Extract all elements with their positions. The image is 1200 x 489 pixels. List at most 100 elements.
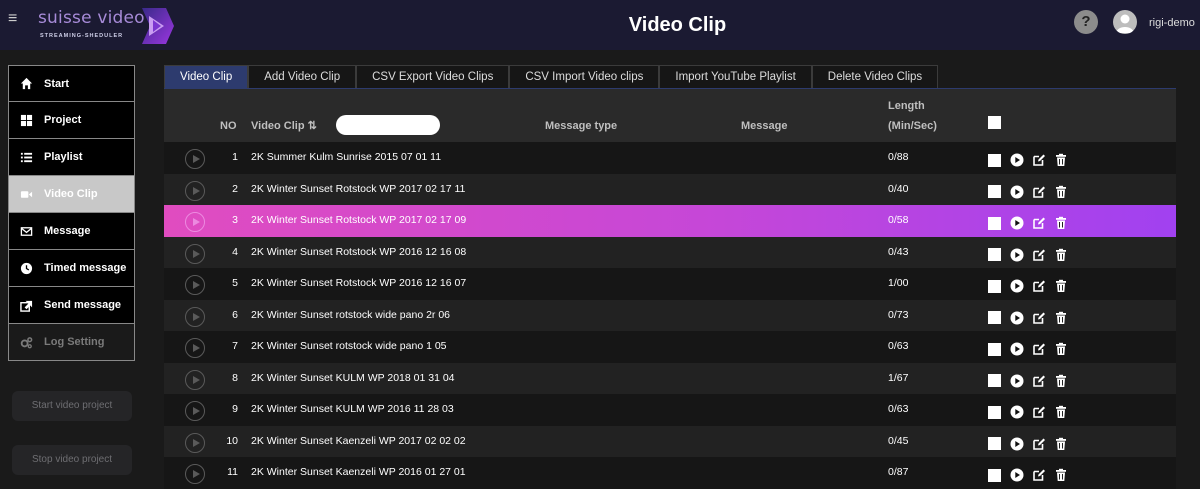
play-icon[interactable] xyxy=(1010,185,1024,199)
table-row[interactable]: 8 2K Winter Sunset KULM WP 2018 01 31 04… xyxy=(164,362,1176,394)
column-header-no[interactable]: NO xyxy=(220,120,237,132)
play-icon[interactable] xyxy=(1010,153,1024,167)
sidebar-item-start[interactable]: Start xyxy=(8,65,135,102)
row-checkbox[interactable] xyxy=(988,185,1001,198)
edit-icon[interactable] xyxy=(1032,279,1046,293)
row-checkbox[interactable] xyxy=(988,405,1001,419)
select-all-checkbox[interactable] xyxy=(988,116,1001,129)
edit-icon[interactable] xyxy=(1032,437,1046,451)
row-checkbox[interactable] xyxy=(988,374,1001,387)
tab-delete-video-clips[interactable]: Delete Video Clips xyxy=(811,65,939,89)
sidebar-item-video-clip[interactable]: Video Clip xyxy=(8,176,135,213)
table-row[interactable]: 9 2K Winter Sunset KULM WP 2016 11 28 03… xyxy=(164,394,1176,426)
play-icon[interactable] xyxy=(1010,374,1024,388)
column-header-message[interactable]: Message xyxy=(741,120,787,132)
row-number: 3 xyxy=(232,214,238,226)
gears-icon xyxy=(20,336,33,348)
trash-icon[interactable] xyxy=(1054,185,1068,199)
row-checkbox[interactable] xyxy=(988,342,1001,356)
preview-play-icon[interactable] xyxy=(185,401,205,421)
row-checkbox[interactable] xyxy=(988,437,1001,450)
preview-play-icon[interactable] xyxy=(185,149,205,169)
sidebar-item-playlist[interactable]: Playlist xyxy=(8,139,135,176)
edit-icon[interactable] xyxy=(1032,153,1046,167)
column-header-message-type[interactable]: Message type xyxy=(545,120,617,132)
edit-icon[interactable] xyxy=(1032,311,1046,325)
tab-import-youtube-playlist[interactable]: Import YouTube Playlist xyxy=(659,65,812,89)
tab-add-video-clip[interactable]: Add Video Clip xyxy=(248,65,357,89)
preview-play-icon[interactable] xyxy=(185,338,205,358)
preview-play-icon[interactable] xyxy=(185,243,205,264)
edit-icon[interactable] xyxy=(1032,374,1046,388)
video-clip-search-input[interactable] xyxy=(336,115,440,135)
row-checkbox[interactable] xyxy=(988,279,1001,293)
user-name[interactable]: rigi-demo xyxy=(1149,17,1195,29)
trash-icon[interactable] xyxy=(1054,248,1068,262)
start-video-project-button[interactable]: Start video project xyxy=(12,391,132,421)
row-actions xyxy=(988,185,1076,199)
preview-play-icon[interactable] xyxy=(185,464,205,484)
sidebar-item-project[interactable]: Project xyxy=(8,102,135,139)
sidebar-item-send-message[interactable]: Send message xyxy=(8,287,135,324)
play-icon[interactable] xyxy=(1010,405,1024,419)
trash-icon[interactable] xyxy=(1054,437,1068,451)
column-header-video-clip[interactable]: Video Clip ⇅ xyxy=(251,119,317,132)
play-icon[interactable] xyxy=(1010,468,1024,482)
table-row[interactable]: 5 2K Winter Sunset Rotstock WP 2016 12 1… xyxy=(164,268,1176,300)
play-icon[interactable] xyxy=(1010,216,1024,230)
preview-play-icon[interactable] xyxy=(185,432,205,453)
preview-play-icon[interactable] xyxy=(185,212,205,232)
table-row[interactable]: 3 2K Winter Sunset Rotstock WP 2017 02 1… xyxy=(164,205,1176,237)
user-avatar-icon[interactable] xyxy=(1113,10,1137,34)
table-row[interactable]: 6 2K Winter Sunset rotstock wide pano 2r… xyxy=(164,299,1176,331)
preview-play-icon[interactable] xyxy=(185,180,205,201)
table-row[interactable]: 11 2K Winter Sunset Kaenzeli WP 2016 01 … xyxy=(164,457,1176,489)
table-row[interactable]: 1 2K Summer Kulm Sunrise 2015 07 01 11 0… xyxy=(164,142,1176,174)
edit-icon[interactable] xyxy=(1032,248,1046,262)
sidebar-item-timed-message[interactable]: Timed message xyxy=(8,250,135,287)
tab-video-clip[interactable]: Video Clip xyxy=(164,65,249,89)
stop-video-project-button[interactable]: Stop video project xyxy=(12,445,132,475)
row-checkbox[interactable] xyxy=(988,153,1001,167)
table-row[interactable]: 2 2K Winter Sunset Rotstock WP 2017 02 1… xyxy=(164,173,1176,205)
play-icon[interactable] xyxy=(1010,311,1024,325)
video-clip-length: 1/67 xyxy=(888,371,909,384)
preview-play-icon[interactable] xyxy=(185,369,205,390)
table-row[interactable]: 10 2K Winter Sunset Kaenzeli WP 2017 02 … xyxy=(164,425,1176,457)
video-clip-name: 2K Winter Sunset Rotstock WP 2016 12 16 … xyxy=(251,245,467,258)
preview-play-icon[interactable] xyxy=(185,275,205,295)
play-icon[interactable] xyxy=(1010,279,1024,293)
tab-csv-import-video-clips[interactable]: CSV Import Video clips xyxy=(509,65,660,89)
edit-icon[interactable] xyxy=(1032,405,1046,419)
column-header-length[interactable]: Length xyxy=(888,100,925,112)
trash-icon[interactable] xyxy=(1054,153,1068,167)
table-row[interactable]: 7 2K Winter Sunset rotstock wide pano 1 … xyxy=(164,331,1176,363)
row-checkbox[interactable] xyxy=(988,468,1001,482)
row-checkbox[interactable] xyxy=(988,248,1001,261)
row-checkbox[interactable] xyxy=(988,216,1001,230)
video-clip-length: 0/63 xyxy=(888,340,909,352)
help-icon[interactable]: ? xyxy=(1074,10,1098,34)
play-icon[interactable] xyxy=(1010,248,1024,262)
play-icon[interactable] xyxy=(1010,437,1024,451)
trash-icon[interactable] xyxy=(1054,374,1068,388)
sidebar-item-message[interactable]: Message xyxy=(8,213,135,250)
table-row[interactable]: 4 2K Winter Sunset Rotstock WP 2016 12 1… xyxy=(164,236,1176,268)
play-icon[interactable] xyxy=(1010,342,1024,356)
edit-icon[interactable] xyxy=(1032,468,1046,482)
trash-icon[interactable] xyxy=(1054,279,1068,293)
row-checkbox[interactable] xyxy=(988,311,1001,324)
trash-icon[interactable] xyxy=(1054,405,1068,419)
tab-csv-export-video-clips[interactable]: CSV Export Video Clips xyxy=(356,65,510,89)
trash-icon[interactable] xyxy=(1054,311,1068,325)
edit-icon[interactable] xyxy=(1032,342,1046,356)
edit-icon[interactable] xyxy=(1032,216,1046,230)
trash-icon[interactable] xyxy=(1054,468,1068,482)
sort-icon[interactable]: ⇅ xyxy=(308,120,317,132)
sidebar-item-log-setting[interactable]: Log Setting xyxy=(8,324,135,361)
trash-icon[interactable] xyxy=(1054,216,1068,230)
preview-play-icon[interactable] xyxy=(185,306,205,327)
trash-icon[interactable] xyxy=(1054,342,1068,356)
video-clip-length: 0/63 xyxy=(888,403,909,415)
edit-icon[interactable] xyxy=(1032,185,1046,199)
